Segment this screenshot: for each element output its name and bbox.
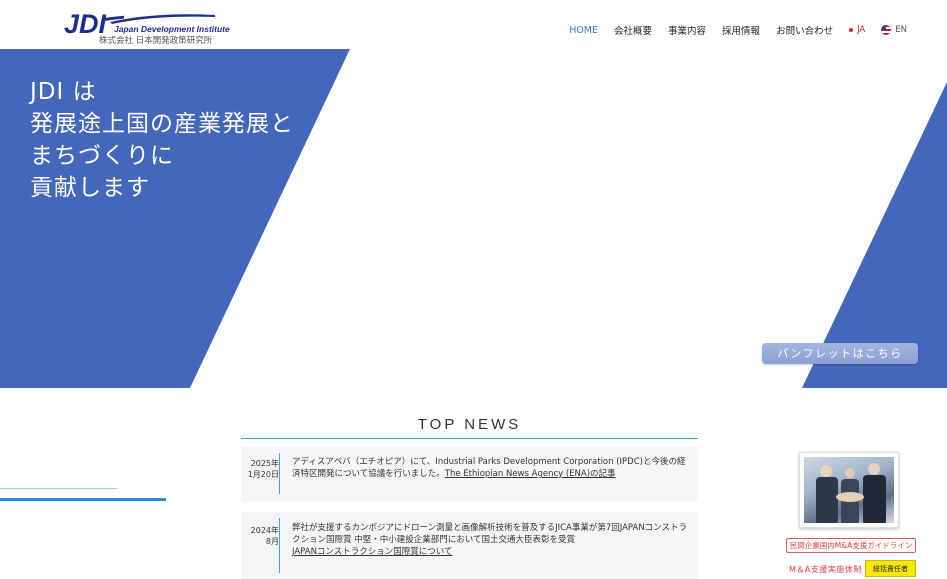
hero-title-line-3: まちづくりに [30,143,174,169]
business-handshake-image [804,457,894,523]
hero-title-line-2: 発展途上国の産業発展と [30,111,294,137]
news-date: 2025年 1月20日 [241,458,279,480]
news-link[interactable]: JAPANコンストラクション国際賞について [292,547,453,557]
hero-title: JDI は 発展途上国の産業発展と まちづくりに 貢献します [30,76,294,204]
us-flag-icon [881,25,892,35]
news-body: 弊社が支援するカンボジアにドローン測量と画像解析技術を普及するJICA事業が第7… [292,522,688,558]
news-date-year: 2025年 [250,459,279,468]
news-item: 2025年 1月20日 アディスアベバ（エチオピア）にて、Industrial … [241,447,698,502]
news-item: 2024年 8月 弊社が支援するカンボジアにドローン測量と画像解析技術を普及する… [241,512,698,579]
japan-flag-icon [849,28,854,32]
nav-business[interactable]: 事業内容 [668,23,706,37]
news-heading: TOP NEWS [417,416,522,433]
lang-switch-ja[interactable]: JA [849,25,865,35]
main-nav: HOME 会社概要 事業内容 採用情報 お問い合わせ JA EN [569,23,907,38]
news-link[interactable]: The Ethiopian News Agency (ENA)の記事 [445,469,616,479]
ma-photo-card[interactable] [799,452,899,528]
news-date: 2024年 8月 [241,525,279,547]
decorative-line-thin [0,488,117,489]
site-header: JDI Japan Development Institute 株式会社 日本開… [0,0,947,49]
decorative-line-thick [0,498,166,501]
news-divider [279,453,280,494]
company-logo[interactable]: JDI Japan Development Institute 株式会社 日本開… [64,9,230,46]
news-date-day: 1月20日 [247,470,279,479]
logo-japanese-name: 株式会社 日本開発政策研究所 [99,36,213,46]
logo-swoosh-icon [110,14,215,24]
news-text: 弊社が支援するカンボジアにドローン測量と画像解析技術を普及するJICA事業が第7… [292,523,688,545]
nav-company[interactable]: 会社概要 [614,23,652,37]
logo-english-name: Japan Development Institute [114,24,230,34]
news-divider [279,518,280,573]
hero-title-line-1: JDI は [30,79,97,105]
hero-title-line-4: 貢献します [30,175,150,201]
news-body: アディスアベバ（エチオピア）にて、Industrial Parks Develo… [292,456,688,480]
news-date-year: 2024年 [250,526,279,535]
lang-ja-label: JA [857,25,866,35]
responsible-person-button[interactable]: 総括責任者 [865,560,916,577]
nav-home[interactable]: HOME [569,25,598,36]
pamphlet-button[interactable]: パンフレットはこちら [762,343,918,364]
nav-contact[interactable]: お問い合わせ [776,23,833,37]
lang-switch-en[interactable]: EN [881,25,907,35]
news-date-day: 8月 [265,537,279,546]
lang-en-label: EN [895,25,907,35]
hero-banner: JDI は 発展途上国の産業発展と まちづくりに 貢献します パンフレットはこち… [0,49,947,388]
news-heading-rule [241,438,698,439]
nav-recruit[interactable]: 採用情報 [722,23,760,37]
people-silhouette-icon [816,463,886,523]
ma-support-label: M＆A支援実施体制 [789,565,862,574]
ma-guideline-link[interactable]: 民間企業国内M&A支援ガイドライン [786,538,916,553]
